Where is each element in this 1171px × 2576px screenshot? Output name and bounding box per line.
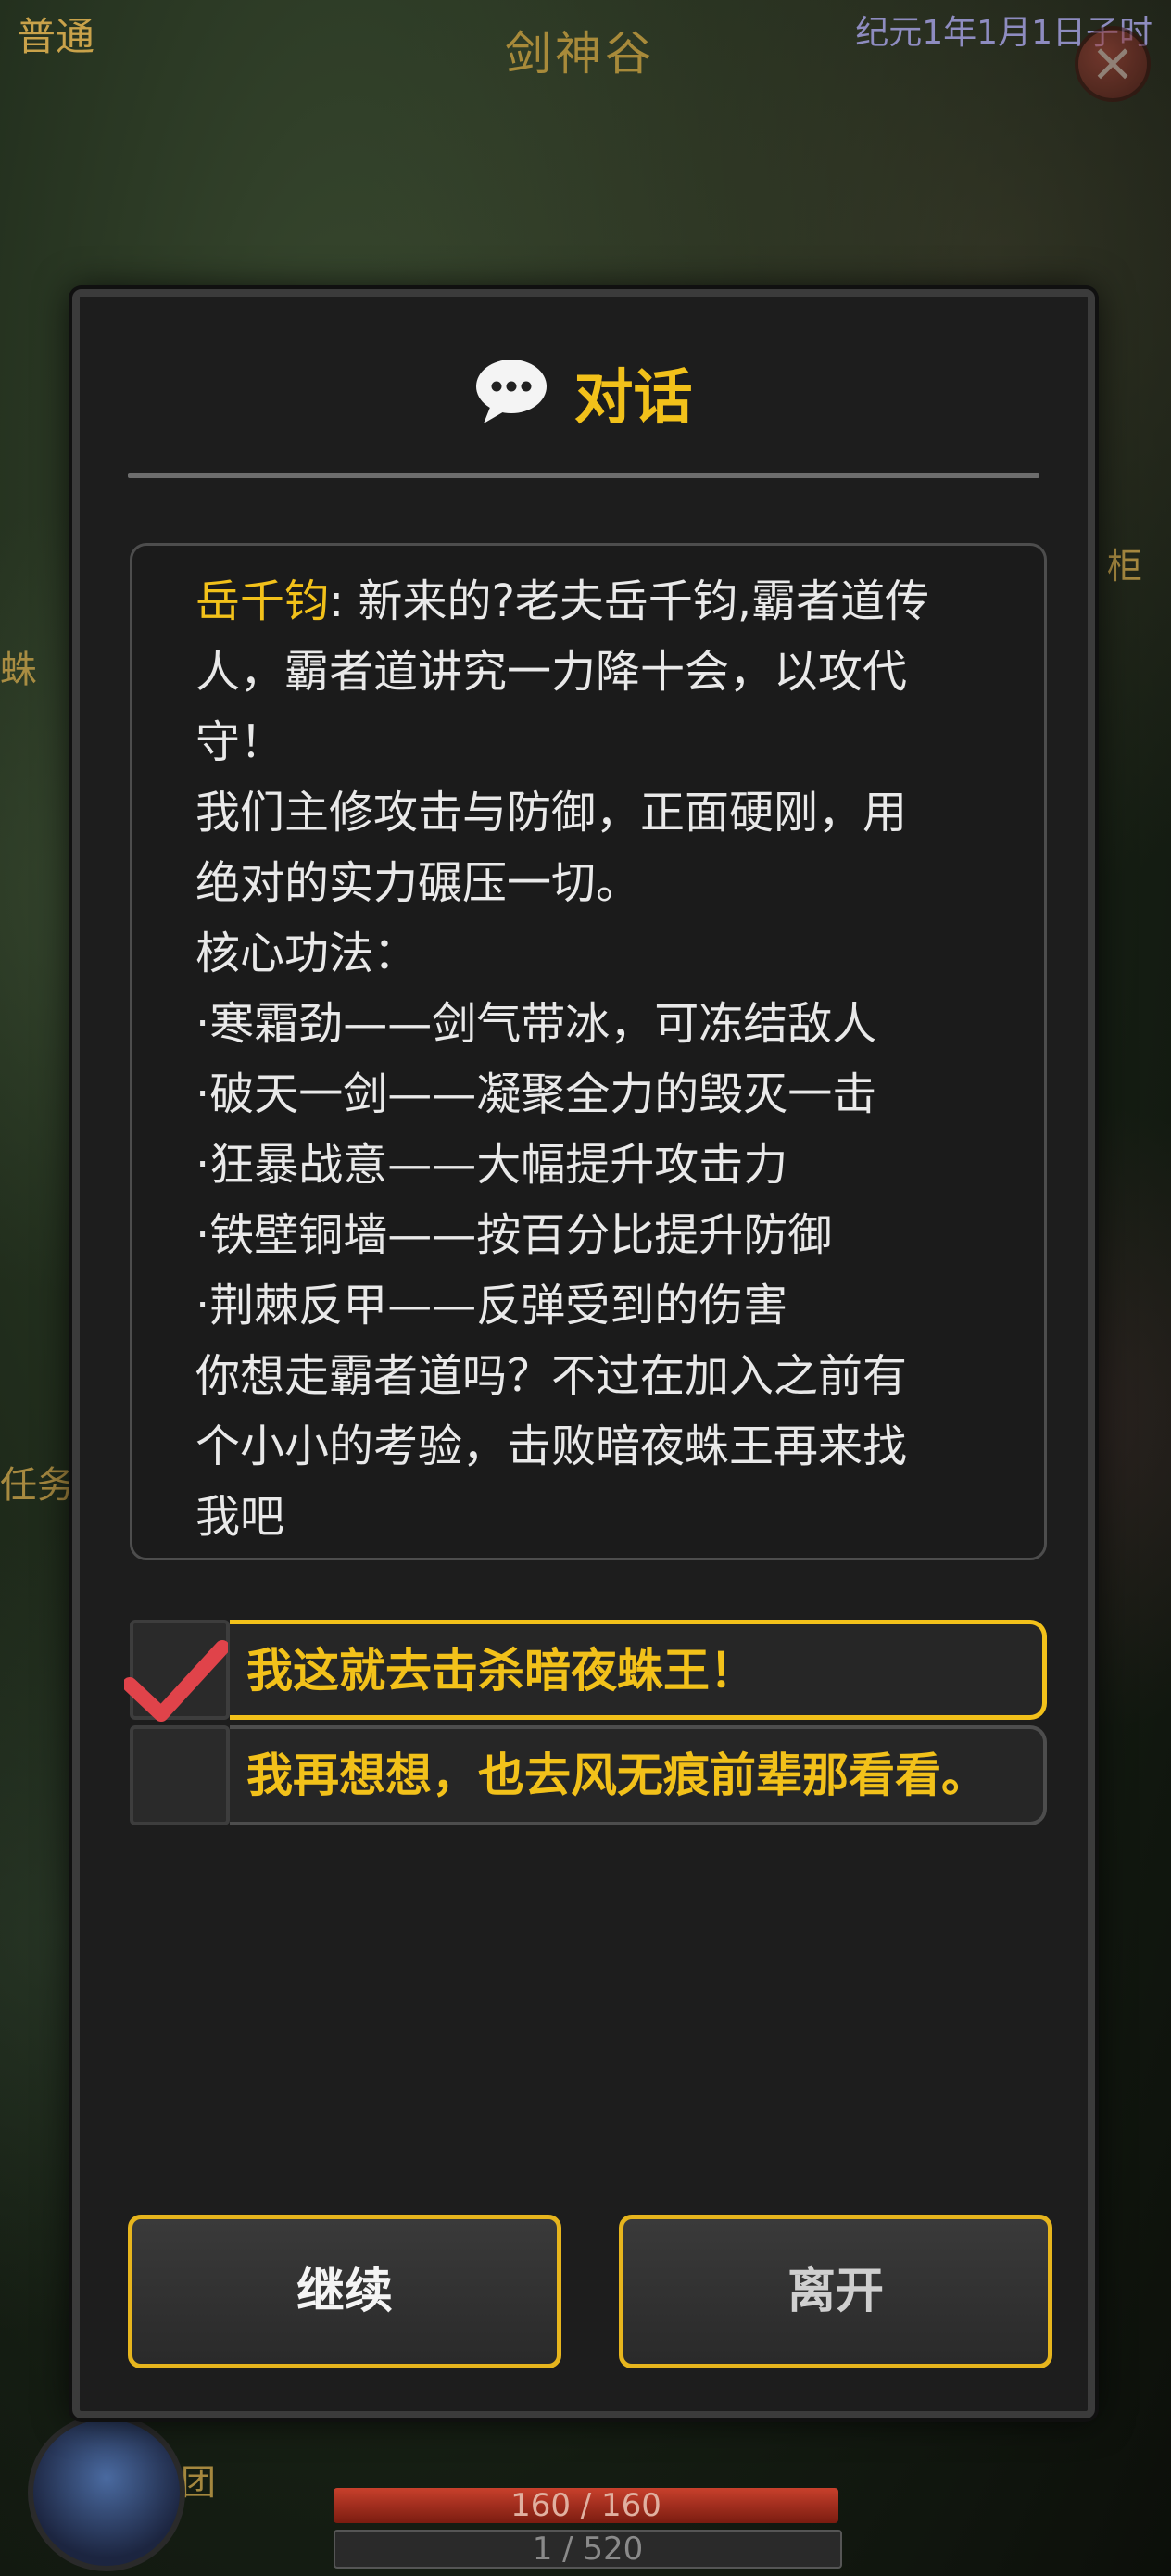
side-tag-spider[interactable]: 蛛 (0, 639, 37, 693)
dialog-line: ·狂暴战意——大幅提升攻击力 (195, 1139, 788, 1191)
location-title: 剑神谷 (505, 27, 655, 81)
dialog-line: ·铁壁铜墙——按百分比提升防御 (195, 1209, 833, 1261)
dialog-option-1[interactable]: 我这就去击杀暗夜蛛王！ (124, 1620, 1047, 1722)
dialog-line: 岳千钧: 新来的?老夫岳千钧,霸者道传 (195, 575, 930, 627)
option-label-box[interactable]: 我这就去击杀暗夜蛛王！ (230, 1620, 1047, 1720)
close-icon[interactable]: × (1075, 26, 1151, 102)
dialog-line: ·寒霜劲——剑气带冰，可冻结敌人 (195, 998, 877, 1050)
dialog-panel: 对话 岳千钧: 新来的?老夫岳千钧,霸者道传 人，霸者道讲究一力降十会，以攻代 … (72, 289, 1095, 2418)
dialog-option-2[interactable]: 我再想想，也去风无痕前辈那看看。 (130, 1725, 1047, 1827)
title-divider (128, 473, 1039, 478)
dialog-header: 对话 (80, 350, 1088, 436)
side-tag-quest[interactable]: 任务 (0, 1455, 74, 1509)
checkmark-icon (124, 1640, 228, 1722)
side-tag-cabinet[interactable]: 柜 (1107, 537, 1142, 588)
dialog-line: 绝对的实力碾压一切。 (195, 857, 641, 909)
dialog-line: 你想走霸者道吗？不过在加入之前有 (195, 1350, 908, 1402)
leave-button[interactable]: 离开 (619, 2215, 1052, 2368)
dialog-title: 对话 (573, 364, 693, 433)
dialog-line: 个小小的考验，击败暗夜蛛王再来找 (195, 1421, 908, 1472)
option-checkbox[interactable] (124, 1620, 230, 1722)
difficulty-mode-label[interactable]: 普通 (17, 6, 94, 62)
xp-bar: 1 / 520 (334, 2530, 842, 2569)
option-label-box[interactable]: 我再想想，也去风无痕前辈那看看。 (230, 1725, 1047, 1825)
option-checkbox[interactable] (130, 1725, 230, 1825)
continue-button[interactable]: 继续 (128, 2215, 561, 2368)
dialog-line: ·荆棘反甲——反弹受到的伤害 (195, 1280, 788, 1332)
side-tag-team[interactable]: 团 (181, 2454, 216, 2505)
dialog-line: 守！ (195, 716, 285, 768)
hp-bar: 160 / 160 (334, 2488, 838, 2523)
dialog-line: 我们主修攻击与防御，正面硬刚，用 (195, 787, 908, 839)
dialog-line: 人，霸者道讲究一力降十会，以攻代 (195, 646, 908, 698)
chat-bubble-icon (474, 357, 548, 429)
dialog-text-box: 岳千钧: 新来的?老夫岳千钧,霸者道传 人，霸者道讲究一力降十会，以攻代 守！ … (130, 543, 1047, 1560)
option-label: 我这就去击杀暗夜蛛王！ (246, 1644, 756, 1698)
dialog-line: 我吧 (195, 1491, 285, 1543)
dialog-line: 核心功法： (195, 928, 419, 979)
option-label: 我再想想，也去风无痕前辈那看看。 (246, 1749, 988, 1802)
speaker-name: 岳千钧 (195, 575, 330, 627)
dialog-line: ·破天一剑——凝聚全力的毁灭一击 (195, 1068, 877, 1120)
player-avatar[interactable] (28, 2414, 185, 2571)
